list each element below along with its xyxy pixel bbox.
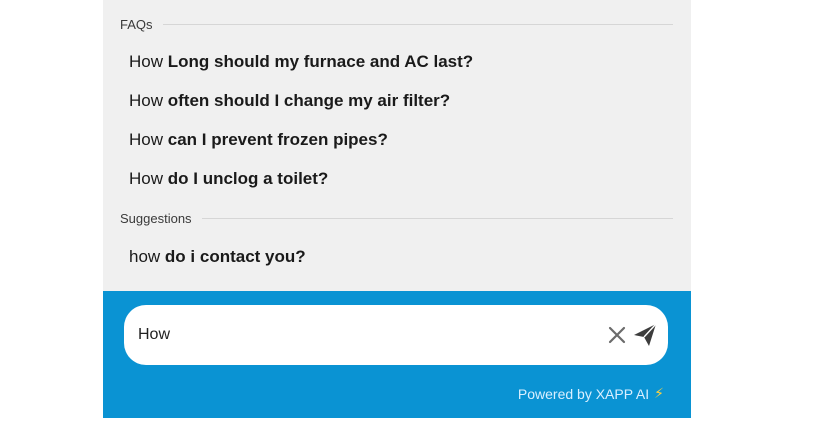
powered-by-text: Powered by XAPP AI: [517, 385, 650, 402]
suggestion-item[interactable]: how do i contact you?: [129, 247, 671, 267]
faq-item-prefix: How: [129, 91, 164, 110]
faq-item[interactable]: How can I prevent frozen pipes?: [129, 130, 671, 150]
faqs-divider: [162, 24, 673, 25]
message-input[interactable]: [138, 321, 578, 349]
close-icon[interactable]: [607, 325, 627, 345]
faq-item[interactable]: How often should I change my air filter?: [129, 91, 671, 111]
faq-item-text: do I unclog a toilet?: [167, 169, 329, 188]
suggestion-item-text: do i contact you?: [164, 247, 306, 266]
faqs-header-label: FAQs: [120, 17, 153, 32]
faq-item[interactable]: How Long should my furnace and AC last?: [129, 52, 671, 72]
message-input-container: [124, 305, 668, 365]
suggestions-section-header: Suggestions: [120, 211, 673, 226]
chat-widget: FAQs How Long should my furnace and AC l…: [103, 0, 691, 418]
paper-plane-icon[interactable]: [632, 322, 658, 348]
faq-item-text: can I prevent frozen pipes?: [167, 130, 388, 149]
lightning-icon: ⚡: [654, 385, 664, 401]
faq-item[interactable]: How do I unclog a toilet?: [129, 169, 671, 189]
suggestions-divider: [201, 218, 673, 219]
chat-footer: Powered by XAPP AI ⚡: [103, 291, 691, 418]
faq-item-prefix: How: [129, 169, 164, 188]
faq-item-text: often should I change my air filter?: [167, 91, 451, 110]
suggestions-header-label: Suggestions: [120, 211, 192, 226]
powered-by-label: Powered by XAPP AI ⚡: [518, 385, 664, 402]
faq-item-text: Long should my furnace and AC last?: [167, 52, 474, 71]
faq-item-prefix: How: [129, 130, 164, 149]
suggestion-item-prefix: how: [129, 247, 161, 266]
faq-item-prefix: How: [129, 52, 164, 71]
faqs-section-header: FAQs: [120, 17, 673, 32]
